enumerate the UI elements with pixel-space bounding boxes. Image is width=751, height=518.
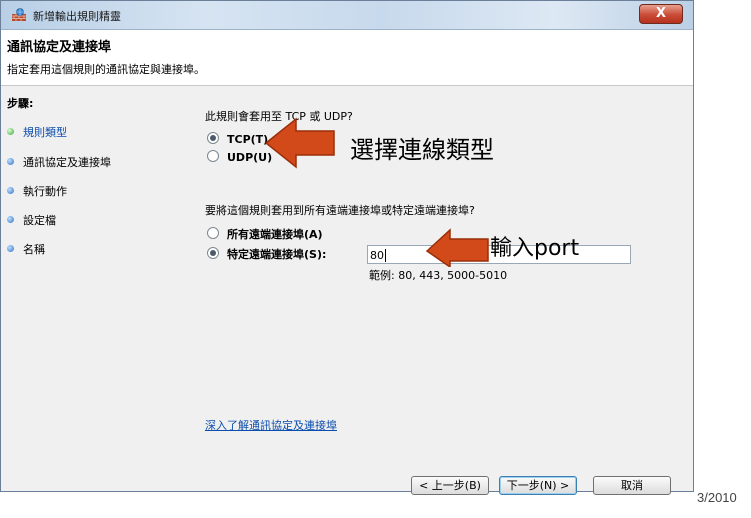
back-button[interactable]: < 上一步(B) [411,476,489,495]
close-icon: X [655,6,667,21]
arrow-icon [264,117,335,169]
step-label: 設定檔 [23,214,56,227]
close-button[interactable]: X [639,4,683,24]
title-bar: 新增輸出規則精靈 X [1,1,693,30]
tcp-radio[interactable] [207,132,219,144]
page-title: 通訊協定及連接埠 [7,40,112,55]
steps-panel: 步驟: 規則類型 通訊協定及連接埠 執行動作 設定檔 名稱 [1,87,173,491]
slide-footer-text: 3/2010 [697,490,737,505]
step-profile[interactable]: 設定檔 [7,212,56,228]
all-ports-radio[interactable] [207,227,219,239]
port-example: 範例: 80, 443, 5000-5010 [369,269,508,282]
page-subtitle: 指定套用這個規則的通訊協定與連接埠。 [7,63,205,76]
annotation-enter-port: 輸入port [490,236,580,261]
step-bullet-icon [7,128,14,135]
all-ports-radio-option[interactable]: 所有遠端連接埠(A) [207,226,323,242]
step-action[interactable]: 執行動作 [7,183,67,199]
tcp-radio-option[interactable]: TCP(T) [207,132,268,146]
step-label: 規則類型 [23,126,67,139]
annotation-choose-type: 選擇連線類型 [350,136,494,164]
specific-ports-radio[interactable] [207,247,219,259]
help-link[interactable]: 深入了解通訊協定及連接埠 [205,417,337,433]
step-label: 執行動作 [23,185,67,198]
wizard-window: 新增輸出規則精靈 X 通訊協定及連接埠 指定套用這個規則的通訊協定與連接埠。 步… [0,0,694,495]
step-protocol-ports[interactable]: 通訊協定及連接埠 [7,154,111,170]
all-ports-label: 所有遠端連接埠(A) [227,228,323,241]
text-caret [385,249,386,262]
port-input-value: 80 [370,249,384,262]
cancel-button[interactable]: 取消 [593,476,671,495]
step-name[interactable]: 名稱 [7,241,45,257]
steps-title: 步驟: [7,97,34,110]
firewall-icon [12,8,26,21]
step-bullet-icon [7,187,14,194]
step-bullet-icon [7,158,14,165]
step-label: 名稱 [23,243,45,256]
specific-ports-radio-option[interactable]: 特定遠端連接埠(S): [207,246,326,262]
udp-radio[interactable] [207,150,219,162]
next-button[interactable]: 下一步(N) > [499,476,577,495]
step-label: 通訊協定及連接埠 [23,156,111,169]
step-rule-type[interactable]: 規則類型 [7,124,67,140]
step-bullet-icon [7,245,14,252]
window-title: 新增輸出規則精靈 [33,10,121,23]
arrow-icon [425,228,489,267]
specific-ports-label: 特定遠端連接埠(S): [227,248,327,261]
page-header: 通訊協定及連接埠 指定套用這個規則的通訊協定與連接埠。 [1,30,693,86]
ports-question: 要將這個規則套用到所有遠端連接埠或特定遠端連接埠? [205,204,475,217]
step-bullet-icon [7,216,14,223]
